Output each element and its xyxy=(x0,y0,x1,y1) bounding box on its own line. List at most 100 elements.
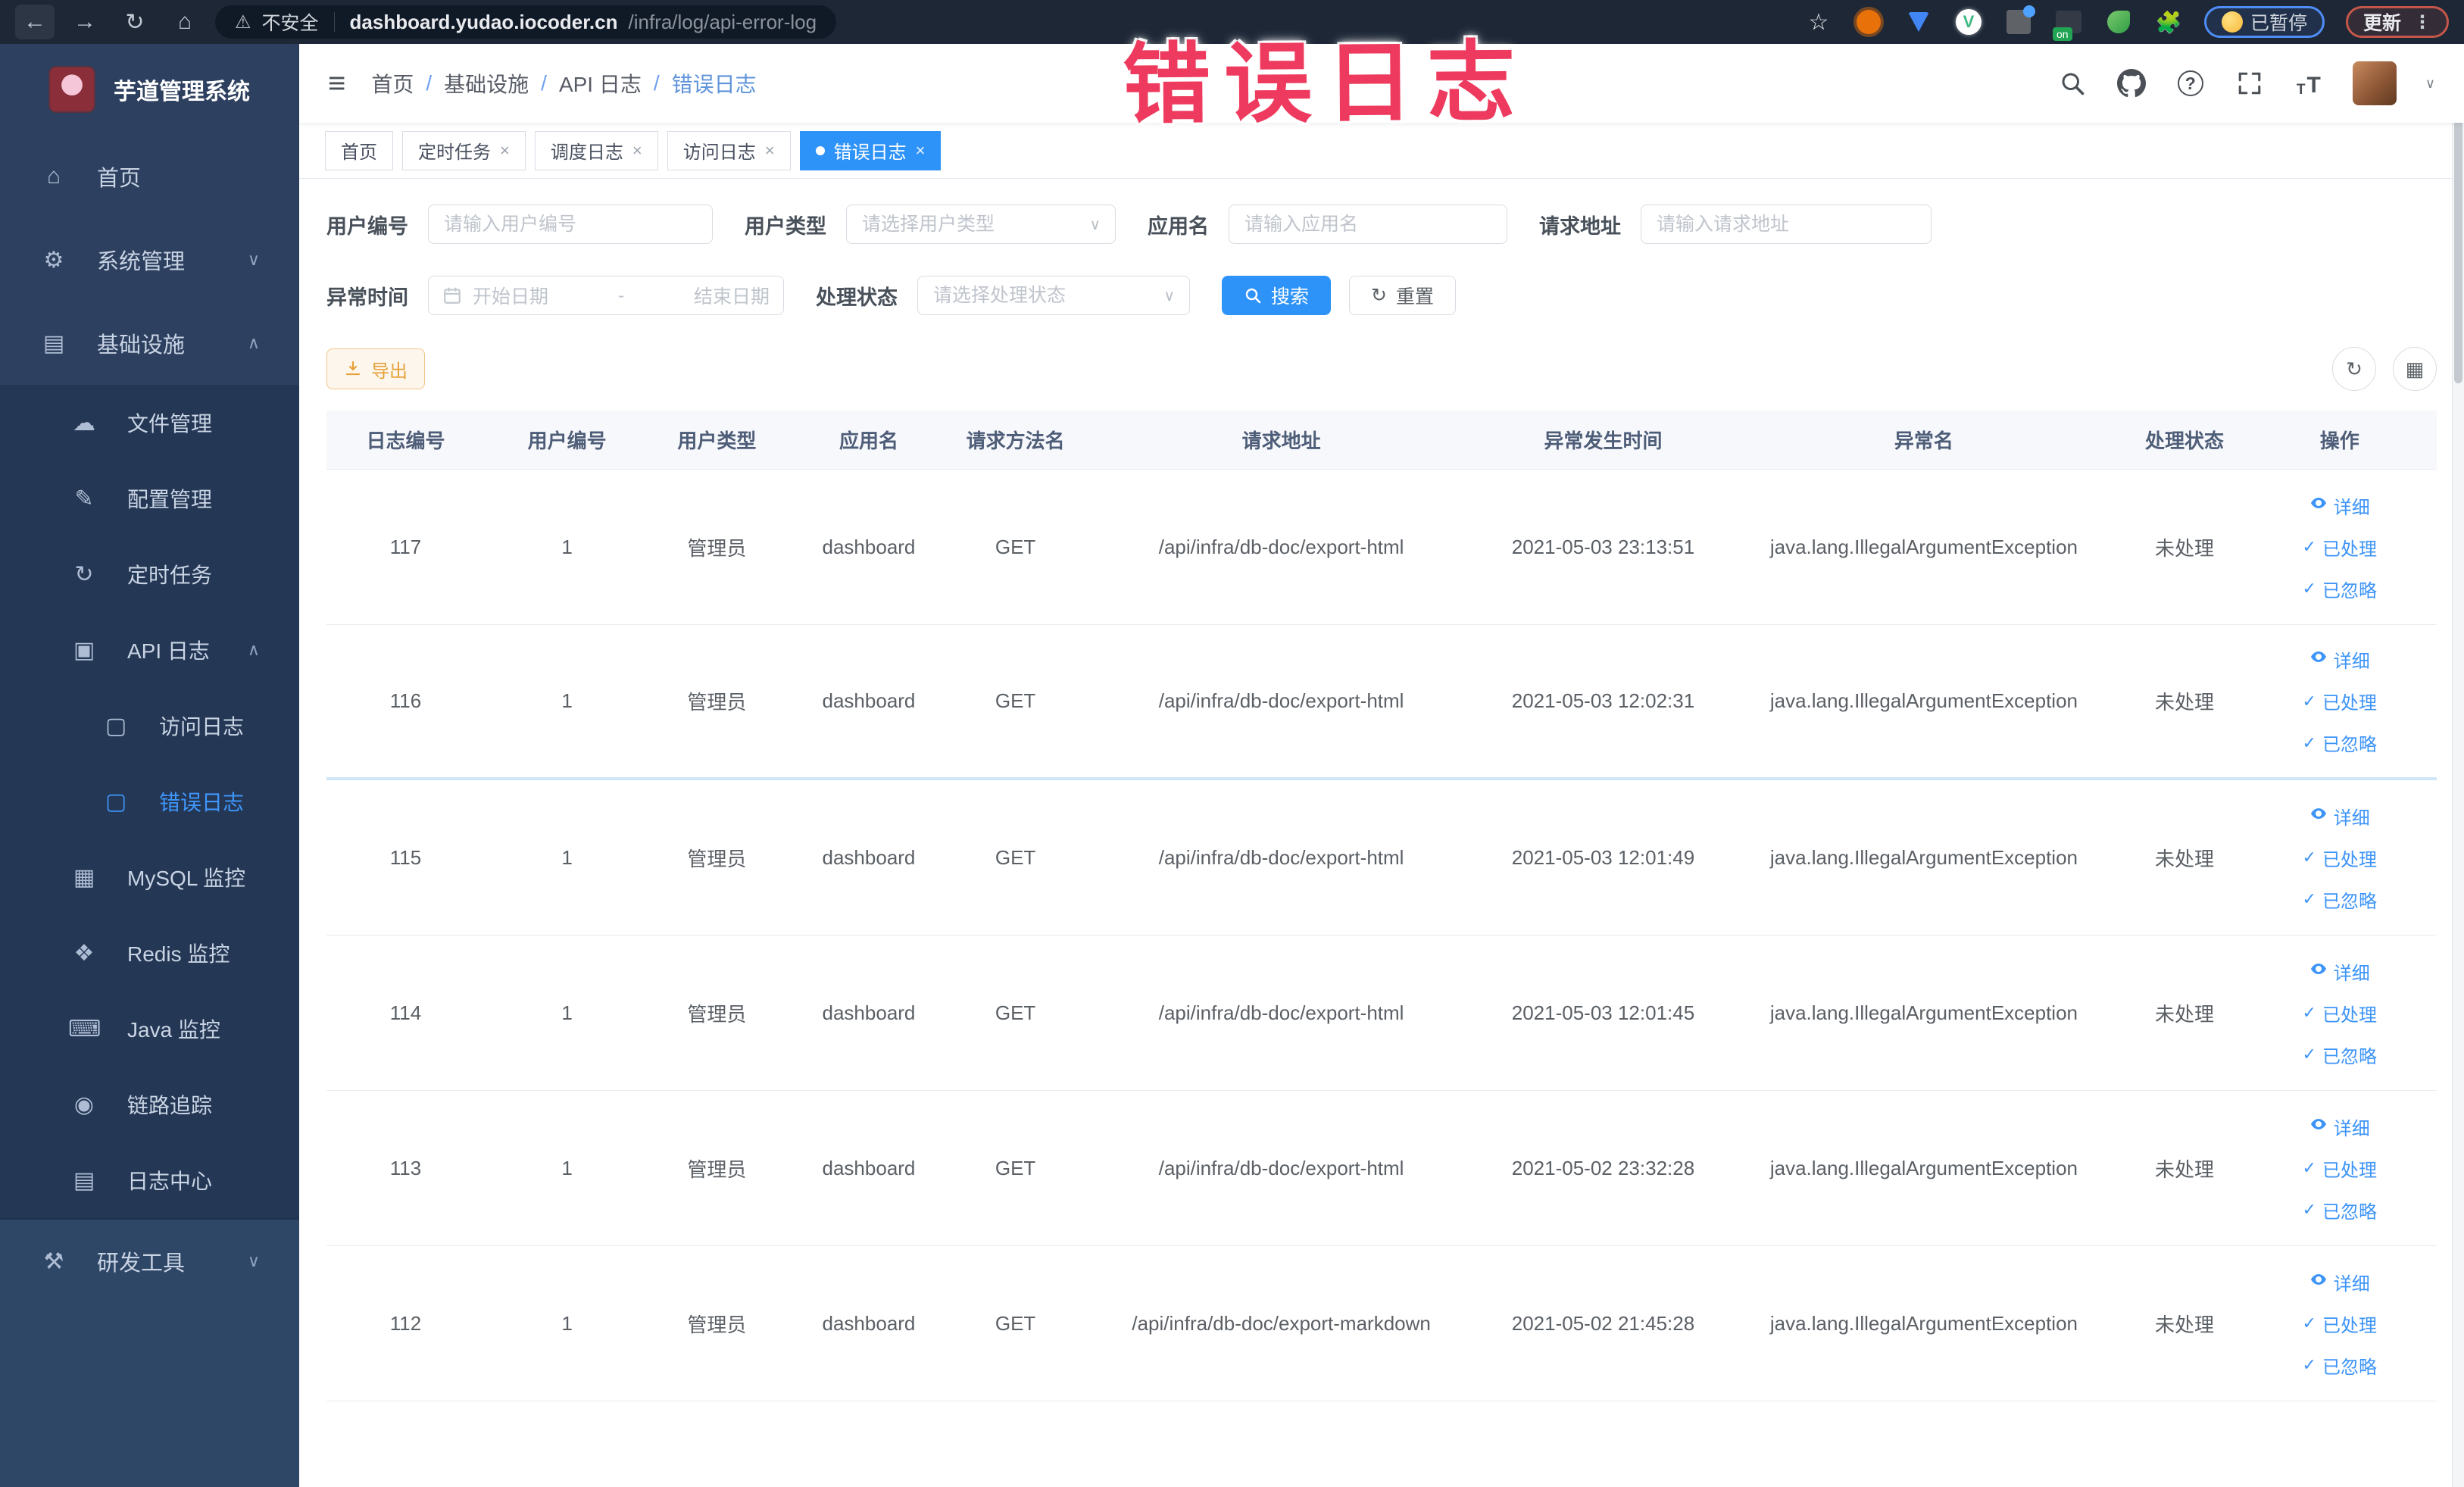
app-name-input[interactable] xyxy=(1229,205,1507,244)
sidebar-item-access-log[interactable]: ▢ 访问日志 xyxy=(0,688,299,764)
extensions-puzzle-icon[interactable]: 🧩 xyxy=(2154,8,2183,36)
table-row: 115 1 管理员 dashboard GET/api/infra/db-doc/exp… xyxy=(326,780,2437,936)
tab-scheduled-tasks[interactable]: 定时任务 × xyxy=(402,130,526,170)
update-chrome-button[interactable]: 更新 ⋮ xyxy=(2345,6,2449,38)
action-detail-link[interactable]: 详细 xyxy=(2309,958,2370,985)
sidebar-item-system-management[interactable]: ⚙ 系统管理 ∨ xyxy=(0,218,299,301)
action-ignored-link[interactable]: ✓ 已忽略 xyxy=(2303,886,2377,913)
close-icon[interactable]: × xyxy=(916,141,926,161)
orange-extension-icon[interactable] xyxy=(1854,8,1883,36)
close-icon[interactable]: × xyxy=(500,141,510,161)
user-id-input[interactable] xyxy=(428,205,713,244)
sidebar-item-log-center[interactable]: ▤ 日志中心 xyxy=(0,1142,299,1218)
leaf-extension-icon[interactable] xyxy=(2104,8,2133,36)
date-range-picker[interactable]: 开始日期 - 结束日期 xyxy=(428,276,784,315)
action-processed-link[interactable]: ✓ 已处理 xyxy=(2303,845,2377,871)
address-bar[interactable]: ⚠ 不安全 dashboard.yudao.iocoder.cn/infra/l… xyxy=(215,5,837,39)
forward-icon[interactable]: → xyxy=(65,5,105,39)
paused-label: 已暂停 xyxy=(2250,13,2307,34)
action-processed-link[interactable]: ✓ 已处理 xyxy=(2303,1000,2377,1026)
breadcrumb-item[interactable]: 基础设施 xyxy=(444,68,529,98)
eye-icon xyxy=(2309,648,2328,671)
font-size-icon[interactable]: TT xyxy=(2294,68,2324,98)
column-header: 处理状态 xyxy=(2144,430,2224,452)
check-icon: ✓ xyxy=(2302,1355,2316,1374)
sidebar-item-java-monitor[interactable]: ⌨ Java 监控 xyxy=(0,991,299,1067)
fullscreen-icon[interactable] xyxy=(2234,68,2265,98)
user-avatar[interactable] xyxy=(2352,61,2397,105)
cell-exception-name: java.lang.IllegalArgumentException xyxy=(1769,845,2078,869)
back-icon[interactable]: ← xyxy=(15,5,55,39)
browser-extensions: ☆ V 🧩 已暂停 更新 ⋮ xyxy=(1804,5,2449,41)
github-icon[interactable] xyxy=(2116,68,2147,98)
sidebar-submenu: ☁ 文件管理 ✎ 配置管理 ↻ 定时任务 ▣ API 日志 ∧ ▢ 访问日志 ▢ 错误日志 ▦ MySQL … xyxy=(0,385,299,1218)
close-icon[interactable]: × xyxy=(632,141,642,161)
cell-log-id: 114 xyxy=(389,1001,422,1024)
blue-drop-extension-icon[interactable] xyxy=(1904,8,1933,36)
sidebar-item-label: 研发工具 xyxy=(97,1251,186,1276)
action-ignored-link[interactable]: ✓ 已忽略 xyxy=(2303,1197,2377,1223)
sidebar-item-label: 定时任务 xyxy=(127,564,213,587)
sidebar-logo-row[interactable]: 芋道管理系统 xyxy=(0,44,299,135)
cell-app-name: dashboard xyxy=(822,689,916,712)
reset-button[interactable]: ↻ 重置 xyxy=(1349,276,1456,315)
action-ignored-link[interactable]: ✓ 已忽略 xyxy=(2303,1042,2377,1068)
cell-status: 未处理 xyxy=(2154,691,2214,714)
sidebar-item-label: 首页 xyxy=(97,167,142,191)
action-processed-link[interactable]: ✓ 已处理 xyxy=(2303,1155,2377,1182)
help-icon[interactable]: ? xyxy=(2175,68,2206,98)
sidebar-item-home[interactable]: ⌂ 首页 xyxy=(0,135,299,218)
log-center-icon: ▤ xyxy=(73,1167,95,1193)
action-processed-link[interactable]: ✓ 已处理 xyxy=(2303,534,2377,561)
sidebar-item-trace[interactable]: ◉ 链路追踪 xyxy=(0,1067,299,1142)
close-icon[interactable]: × xyxy=(765,141,775,161)
action-ignored-link[interactable]: ✓ 已忽略 xyxy=(2303,1352,2377,1379)
sidebar-item-redis-monitor[interactable]: ❖ Redis 监控 xyxy=(0,915,299,991)
user-type-select[interactable] xyxy=(846,205,1116,244)
action-detail-link[interactable]: 详细 xyxy=(2309,646,2370,673)
switch-on-extension-icon[interactable] xyxy=(2052,8,2083,41)
check-icon: ✓ xyxy=(2302,537,2316,556)
column-settings-button[interactable]: ▦ xyxy=(2393,347,2437,391)
kebab-menu-icon[interactable]: ⋮ xyxy=(2413,11,2431,33)
tab-access-log[interactable]: 访问日志 × xyxy=(667,130,791,170)
search-button[interactable]: 搜索 xyxy=(1222,276,1332,315)
sidebar-item-mysql-monitor[interactable]: ▦ MySQL 监控 xyxy=(0,839,299,915)
action-detail-link[interactable]: 详细 xyxy=(2309,1269,2370,1295)
cell-request-url: /api/infra/db-doc/export-html xyxy=(1158,689,1404,712)
home-icon[interactable]: ⌂ xyxy=(165,5,205,39)
sidebar-item-error-log[interactable]: ▢ 错误日志 xyxy=(0,764,299,839)
bookmark-star-icon[interactable]: ☆ xyxy=(1804,8,1833,36)
action-detail-link[interactable]: 详细 xyxy=(2309,492,2370,519)
sidebar-item-infrastructure[interactable]: ▤ 基础设施 ∧ xyxy=(0,301,299,385)
tab-error-log[interactable]: 错误日志 × xyxy=(799,130,942,170)
action-processed-link[interactable]: ✓ 已处理 xyxy=(2303,688,2377,714)
search-icon[interactable] xyxy=(2057,68,2088,98)
vue-devtools-icon[interactable]: V xyxy=(1954,8,1983,36)
action-detail-link[interactable]: 详细 xyxy=(2309,803,2370,829)
sidebar-item-api-log[interactable]: ▣ API 日志 ∧ xyxy=(0,612,299,688)
sidebar-item-dev-tools[interactable]: ⚒ 研发工具 ∨ xyxy=(0,1220,299,1303)
sidebar-item-config-management[interactable]: ✎ 配置管理 xyxy=(0,461,299,536)
action-processed-link[interactable]: ✓ 已处理 xyxy=(2303,1310,2377,1337)
eye-icon xyxy=(2309,494,2328,517)
export-button[interactable]: 导出 xyxy=(326,348,425,389)
tab-home[interactable]: 首页 xyxy=(325,130,393,170)
process-status-select[interactable] xyxy=(917,276,1190,315)
sidebar-item-scheduled-tasks[interactable]: ↻ 定时任务 xyxy=(0,536,299,612)
scrollbar-track[interactable] xyxy=(2452,44,2464,1487)
tab-schedule-log[interactable]: 调度日志 × xyxy=(534,130,658,170)
paused-chip[interactable]: 已暂停 xyxy=(2203,6,2325,38)
action-ignored-link[interactable]: ✓ 已忽略 xyxy=(2303,729,2377,756)
breadcrumb-item[interactable]: API 日志 xyxy=(559,68,642,98)
action-ignored-link[interactable]: ✓ 已忽略 xyxy=(2303,576,2377,602)
refresh-table-button[interactable]: ↻ xyxy=(2332,347,2376,391)
grid-extension-icon[interactable] xyxy=(2004,5,2035,36)
breadcrumb-item[interactable]: 首页 xyxy=(371,68,414,98)
avatar-caret-icon[interactable]: ∨ xyxy=(2425,76,2435,92)
sidebar-item-file-management[interactable]: ☁ 文件管理 xyxy=(0,385,299,461)
reload-icon[interactable]: ↻ xyxy=(115,5,155,39)
action-detail-link[interactable]: 详细 xyxy=(2309,1114,2370,1140)
collapse-sidebar-icon[interactable]: ≡ xyxy=(328,67,345,101)
request-url-input[interactable] xyxy=(1641,205,1932,244)
